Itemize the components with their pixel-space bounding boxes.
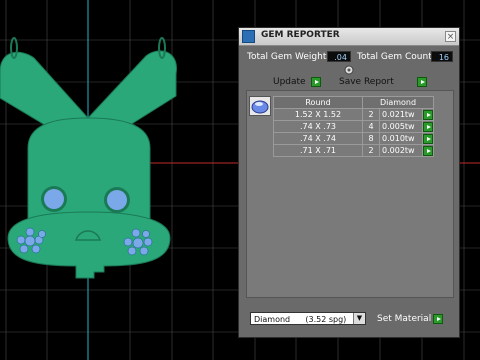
set-material-go-icon[interactable] xyxy=(433,314,443,324)
total-count-value: 16 xyxy=(431,51,453,62)
update-go-icon[interactable] xyxy=(311,77,321,87)
total-count-label: Total Gem Count xyxy=(357,52,432,62)
set-material-button[interactable]: Set Material xyxy=(377,313,431,325)
gem-count: 8 xyxy=(362,132,380,145)
gem-size: .74 X .73 xyxy=(273,120,363,133)
total-weight-value: .04 xyxy=(327,51,351,62)
column-header-shape: Round xyxy=(273,96,363,109)
row-go-icon[interactable] xyxy=(423,133,433,144)
material-select[interactable]: Diamond (3.52 spg) ▼ xyxy=(250,312,366,325)
table-row[interactable]: .74 X .73 4 0.005tw xyxy=(273,120,434,133)
column-header-material: Diamond xyxy=(362,96,434,109)
row-select-cell[interactable] xyxy=(422,132,434,145)
update-button[interactable]: Update xyxy=(273,76,306,88)
gem-size: .74 X .74 xyxy=(273,132,363,145)
gem-count: 2 xyxy=(362,108,380,121)
total-weight-label: Total Gem Weight xyxy=(247,52,327,62)
row-select-cell[interactable] xyxy=(422,120,434,133)
divider-knob-icon[interactable] xyxy=(343,65,355,75)
gem-count: 4 xyxy=(362,120,380,133)
table-header-row: Round Diamond xyxy=(273,96,434,109)
gem-reporter-icon xyxy=(242,30,255,43)
row-select-cell[interactable] xyxy=(422,108,434,121)
gem-size: .71 X .71 xyxy=(273,144,363,157)
gem-weight: 0.021tw xyxy=(379,108,423,121)
gem-weight: 0.005tw xyxy=(379,120,423,133)
gem-reporter-panel: GEM REPORTER × Total Gem Weight .04 Tota… xyxy=(238,27,460,338)
gem-thumbnail xyxy=(249,96,271,116)
gem-size: 1.52 X 1.52 xyxy=(273,108,363,121)
gem-weight: 0.002tw xyxy=(379,144,423,157)
panel-title: GEM REPORTER xyxy=(261,30,340,40)
row-go-icon[interactable] xyxy=(423,121,433,132)
table-row[interactable]: 1.52 X 1.52 2 0.021tw xyxy=(273,108,434,121)
gem-list[interactable]: Round Diamond 1.52 X 1.52 2 0.021tw .74 … xyxy=(246,90,454,298)
table-row[interactable]: .74 X .74 8 0.010tw xyxy=(273,132,434,145)
row-go-icon[interactable] xyxy=(423,145,433,156)
table-row[interactable]: .71 X .71 2 0.002tw xyxy=(273,144,434,157)
material-select-value: Diamond (3.52 spg) xyxy=(254,315,347,324)
close-button[interactable]: × xyxy=(445,31,456,42)
row-select-cell[interactable] xyxy=(422,144,434,157)
gem-weight: 0.010tw xyxy=(379,132,423,145)
row-go-icon[interactable] xyxy=(423,109,433,120)
chevron-down-icon[interactable]: ▼ xyxy=(353,313,365,324)
save-report-go-icon[interactable] xyxy=(417,77,427,87)
gem-count: 2 xyxy=(362,144,380,157)
save-report-button[interactable]: Save Report xyxy=(339,76,394,88)
panel-titlebar[interactable]: GEM REPORTER × xyxy=(239,28,459,46)
gem-table: Round Diamond 1.52 X 1.52 2 0.021tw .74 … xyxy=(273,96,434,157)
